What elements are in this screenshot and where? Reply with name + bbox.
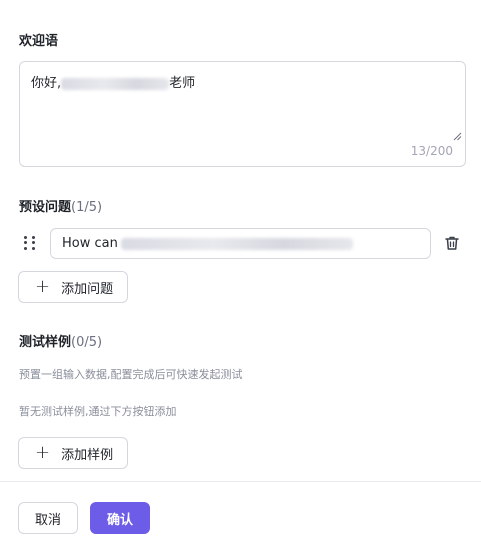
footer-divider [0,481,481,482]
preset-question-text: How can [62,236,118,251]
char-counter: 13/200 [410,144,453,158]
test-cases-description: 预置一组输入数据,配置完成后可快速发起测试 [19,368,243,381]
redacted-name [61,77,170,90]
trash-icon[interactable] [444,235,460,251]
welcome-text-suffix: 老师 [169,76,196,91]
plus-icon: + [35,276,51,297]
test-cases-count: (0/5) [71,335,103,350]
preset-questions-count: (1/5) [71,200,103,215]
preset-questions-title: 预设问题(1/5) [19,196,102,215]
welcome-message-value: 你好, 老师 [31,72,195,91]
cancel-button[interactable]: 取消 [18,502,78,534]
preset-questions-title-text: 预设问题 [19,200,72,215]
welcome-title-text: 欢迎语 [19,34,59,49]
test-cases-title-text: 测试样例 [19,335,72,350]
confirm-button[interactable]: 确认 [90,502,150,534]
welcome-message-textarea[interactable]: 你好, 老师 13/200 [19,61,466,167]
preset-question-input[interactable]: How can [50,228,431,259]
add-test-case-label: 添加样例 [61,447,114,463]
add-question-label: 添加问题 [61,281,114,297]
redacted-question [120,237,353,250]
plus-icon: + [35,442,51,463]
drag-handle-icon[interactable] [24,236,36,250]
test-cases-title: 测试样例(0/5) [19,331,102,350]
resize-handle-icon[interactable] [453,132,462,141]
welcome-section-title: 欢迎语 [19,30,58,49]
add-test-case-button[interactable]: + 添加样例 [18,437,129,469]
welcome-text-prefix: 你好, [31,76,62,91]
test-cases-empty-hint: 暂无测试样例,通过下方按钮添加 [19,405,177,418]
add-question-button[interactable]: + 添加问题 [18,271,129,303]
